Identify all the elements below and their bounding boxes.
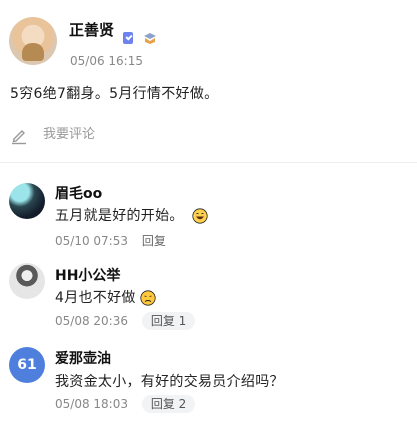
comment-meta: 05/08 20:36 回复 1 — [55, 312, 196, 330]
comment-time: 05/08 20:36 — [55, 314, 128, 328]
post-time: 05/06 16:15 — [70, 54, 143, 68]
write-comment-button[interactable]: 我要评论 — [9, 123, 119, 147]
comment-text-body: 五月就是好的开始。 — [55, 208, 184, 224]
comment-time: 05/08 18:03 — [55, 397, 128, 411]
frowning-emoji-icon — [140, 290, 157, 306]
reply-button[interactable]: 回复 2 — [141, 395, 196, 413]
comment-text: 4月也不好做 — [55, 288, 157, 308]
comment-placeholder: 我要评论 — [43, 127, 96, 142]
commenter-name[interactable]: 眉毛oo — [55, 185, 102, 203]
rank-badge-icon — [144, 33, 156, 44]
comment-avatar[interactable]: 61 — [9, 347, 45, 383]
comment-text: 五月就是好的开始。 — [55, 206, 209, 226]
comment-avatar[interactable] — [9, 263, 45, 299]
comment-text-body: 4月也不好做 — [55, 290, 136, 306]
comment-avatar[interactable] — [9, 183, 45, 219]
comment-meta: 05/08 18:03 回复 2 — [55, 395, 196, 413]
post-author-avatar[interactable] — [9, 17, 57, 65]
comment-time: 05/10 07:53 — [55, 234, 128, 248]
comment-text: 我资金太小，有好的交易员介绍吗？ — [55, 374, 284, 390]
reply-button[interactable]: 回复 1 — [141, 312, 196, 330]
commenter-name[interactable]: 爱那壶油 — [55, 350, 111, 368]
post-author-name[interactable]: 正善贤 — [69, 20, 114, 40]
laughing-emoji-icon — [192, 208, 209, 224]
comment-meta: 05/10 07:53 回复 — [55, 233, 166, 249]
post-content: 5穷6绝7翻身。5月行情不好做。 — [10, 86, 219, 102]
divider — [0, 162, 417, 163]
edit-icon — [12, 130, 26, 145]
commenter-name[interactable]: HH小公举 — [55, 267, 120, 285]
reply-button[interactable]: 回复 — [142, 234, 166, 248]
verified-icon — [123, 32, 133, 44]
